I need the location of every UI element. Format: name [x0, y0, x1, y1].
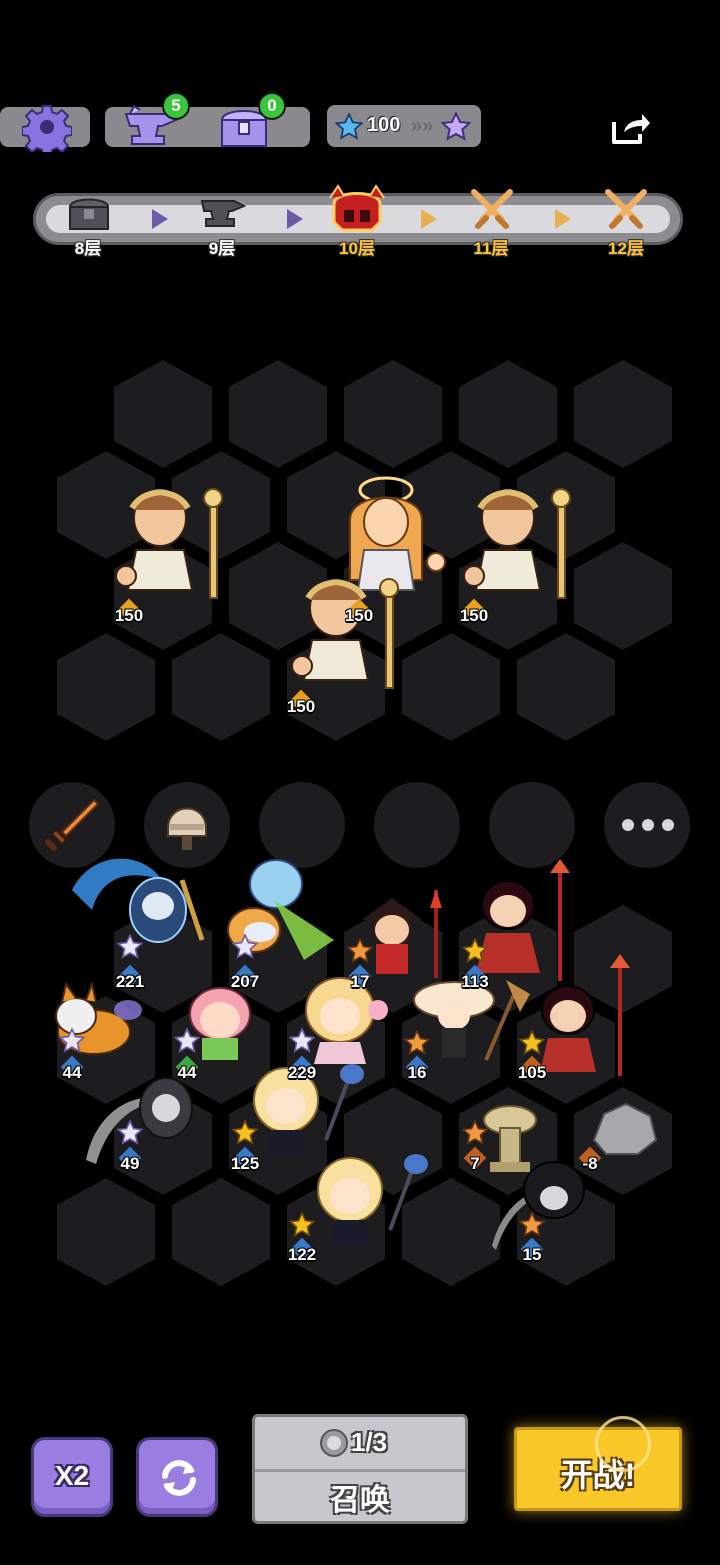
hex-cell[interactable]: [57, 1178, 155, 1286]
chest-icon: [68, 198, 110, 230]
unit-level: 105: [517, 1063, 547, 1082]
orange-star-icon: [347, 938, 373, 963]
hex-cell: [402, 633, 500, 741]
hex-cell: [229, 360, 327, 468]
hex-cell: [517, 633, 615, 741]
arrow-icon: [555, 209, 571, 229]
summon-count: 1/3: [351, 1427, 388, 1457]
refresh-button[interactable]: [136, 1437, 218, 1517]
refresh-icon: [162, 1460, 196, 1496]
star-value: 100: [367, 114, 401, 136]
summon-label: 召唤: [330, 1484, 390, 1517]
unit-level: 44: [62, 1063, 82, 1082]
boss-helmet-icon: [329, 184, 385, 232]
unit-red-warrior-hat[interactable]: [352, 890, 452, 980]
hex-cell: [574, 542, 672, 650]
hex-cell: [574, 360, 672, 468]
gold-star-icon: [519, 1030, 545, 1055]
hex-cell: [344, 360, 442, 468]
unit-red-spear-girl-2[interactable]: [524, 950, 644, 1080]
tap-hint-ring: [595, 1416, 651, 1472]
gold-star-icon: [462, 938, 488, 963]
white-star-icon: [59, 1028, 85, 1053]
crossed-swords-icon: [471, 189, 513, 229]
enemy-level: 150: [344, 606, 374, 625]
unit-level: 229: [287, 1063, 317, 1082]
unit-level: 207: [230, 972, 260, 991]
share-icon[interactable]: [608, 108, 652, 148]
more-button[interactable]: [604, 782, 690, 868]
chest-count-badge: 0: [258, 92, 286, 120]
arrow-icon: [287, 209, 303, 229]
enemy-laurel-soldier[interactable]: [288, 570, 408, 695]
unit-level: 221: [115, 972, 145, 991]
summon-count-row: 1/3: [255, 1425, 465, 1461]
summon-divider: [255, 1469, 465, 1472]
gear-icon[interactable]: [22, 102, 72, 152]
speed-x2-button[interactable]: X2: [31, 1437, 113, 1517]
unit-level: 125: [230, 1154, 260, 1173]
star-exchange-pill[interactable]: 100 »»: [327, 105, 481, 147]
unit-level: -8: [582, 1154, 598, 1173]
hex-cell: [57, 633, 155, 741]
coin-icon: [320, 1429, 348, 1457]
white-star-icon: [174, 1028, 200, 1053]
more-icon: [622, 819, 674, 831]
hex-cell: [114, 360, 212, 468]
orange-star-icon: [462, 1120, 488, 1145]
floor-label: 12层: [608, 239, 644, 258]
purple-star-icon: [441, 112, 471, 141]
unit-level: 15: [522, 1245, 542, 1264]
crossed-swords-icon: [605, 189, 647, 229]
enemy-level: 150: [114, 606, 144, 625]
chevrons-icon: »»: [411, 115, 434, 137]
unit-maid-2[interactable]: [300, 1150, 430, 1250]
blue-star-icon: [335, 113, 363, 140]
orange-star-icon: [404, 1030, 430, 1055]
hex-cell: [459, 360, 557, 468]
enemy-level: 150: [286, 697, 316, 716]
start-battle-button[interactable]: 开战!: [514, 1416, 682, 1511]
anvil-icon: [200, 200, 247, 227]
white-star-icon: [117, 1120, 143, 1145]
unit-level: 122: [287, 1245, 317, 1264]
white-star-icon: [289, 1028, 315, 1053]
white-star-icon: [117, 934, 143, 959]
sword-icon[interactable]: [44, 796, 100, 852]
floor-label: 9层: [208, 239, 236, 258]
speed-label: X2: [54, 1460, 90, 1491]
arrow-icon: [421, 209, 437, 229]
hex-cell: [172, 633, 270, 741]
hex-cell[interactable]: [172, 1178, 270, 1286]
unit-level: 16: [407, 1063, 427, 1082]
enemy-level: 150: [459, 606, 489, 625]
equipment-slot[interactable]: [374, 782, 460, 868]
enemy-laurel-soldier[interactable]: [460, 480, 580, 605]
gold-star-icon: [232, 1120, 258, 1145]
unit-level: 49: [120, 1154, 140, 1173]
unit-level: 113: [461, 972, 489, 991]
unit-level: 17: [350, 972, 370, 991]
floor-label: 8层: [74, 239, 102, 258]
helmet-icon[interactable]: [160, 798, 214, 852]
orange-star-icon: [519, 1212, 545, 1237]
anvil-count-badge: 5: [162, 92, 190, 120]
arrow-icon: [152, 209, 168, 229]
floor-label: 10层: [339, 239, 375, 258]
floor-label: 11层: [473, 239, 509, 258]
unit-level: 7: [470, 1154, 480, 1173]
summon-button[interactable]: 1/3 召唤: [252, 1414, 468, 1524]
white-star-icon: [232, 934, 258, 959]
enemy-laurel-soldier[interactable]: [112, 480, 232, 605]
gold-star-icon: [289, 1212, 315, 1237]
unit-level: 44: [177, 1063, 197, 1082]
